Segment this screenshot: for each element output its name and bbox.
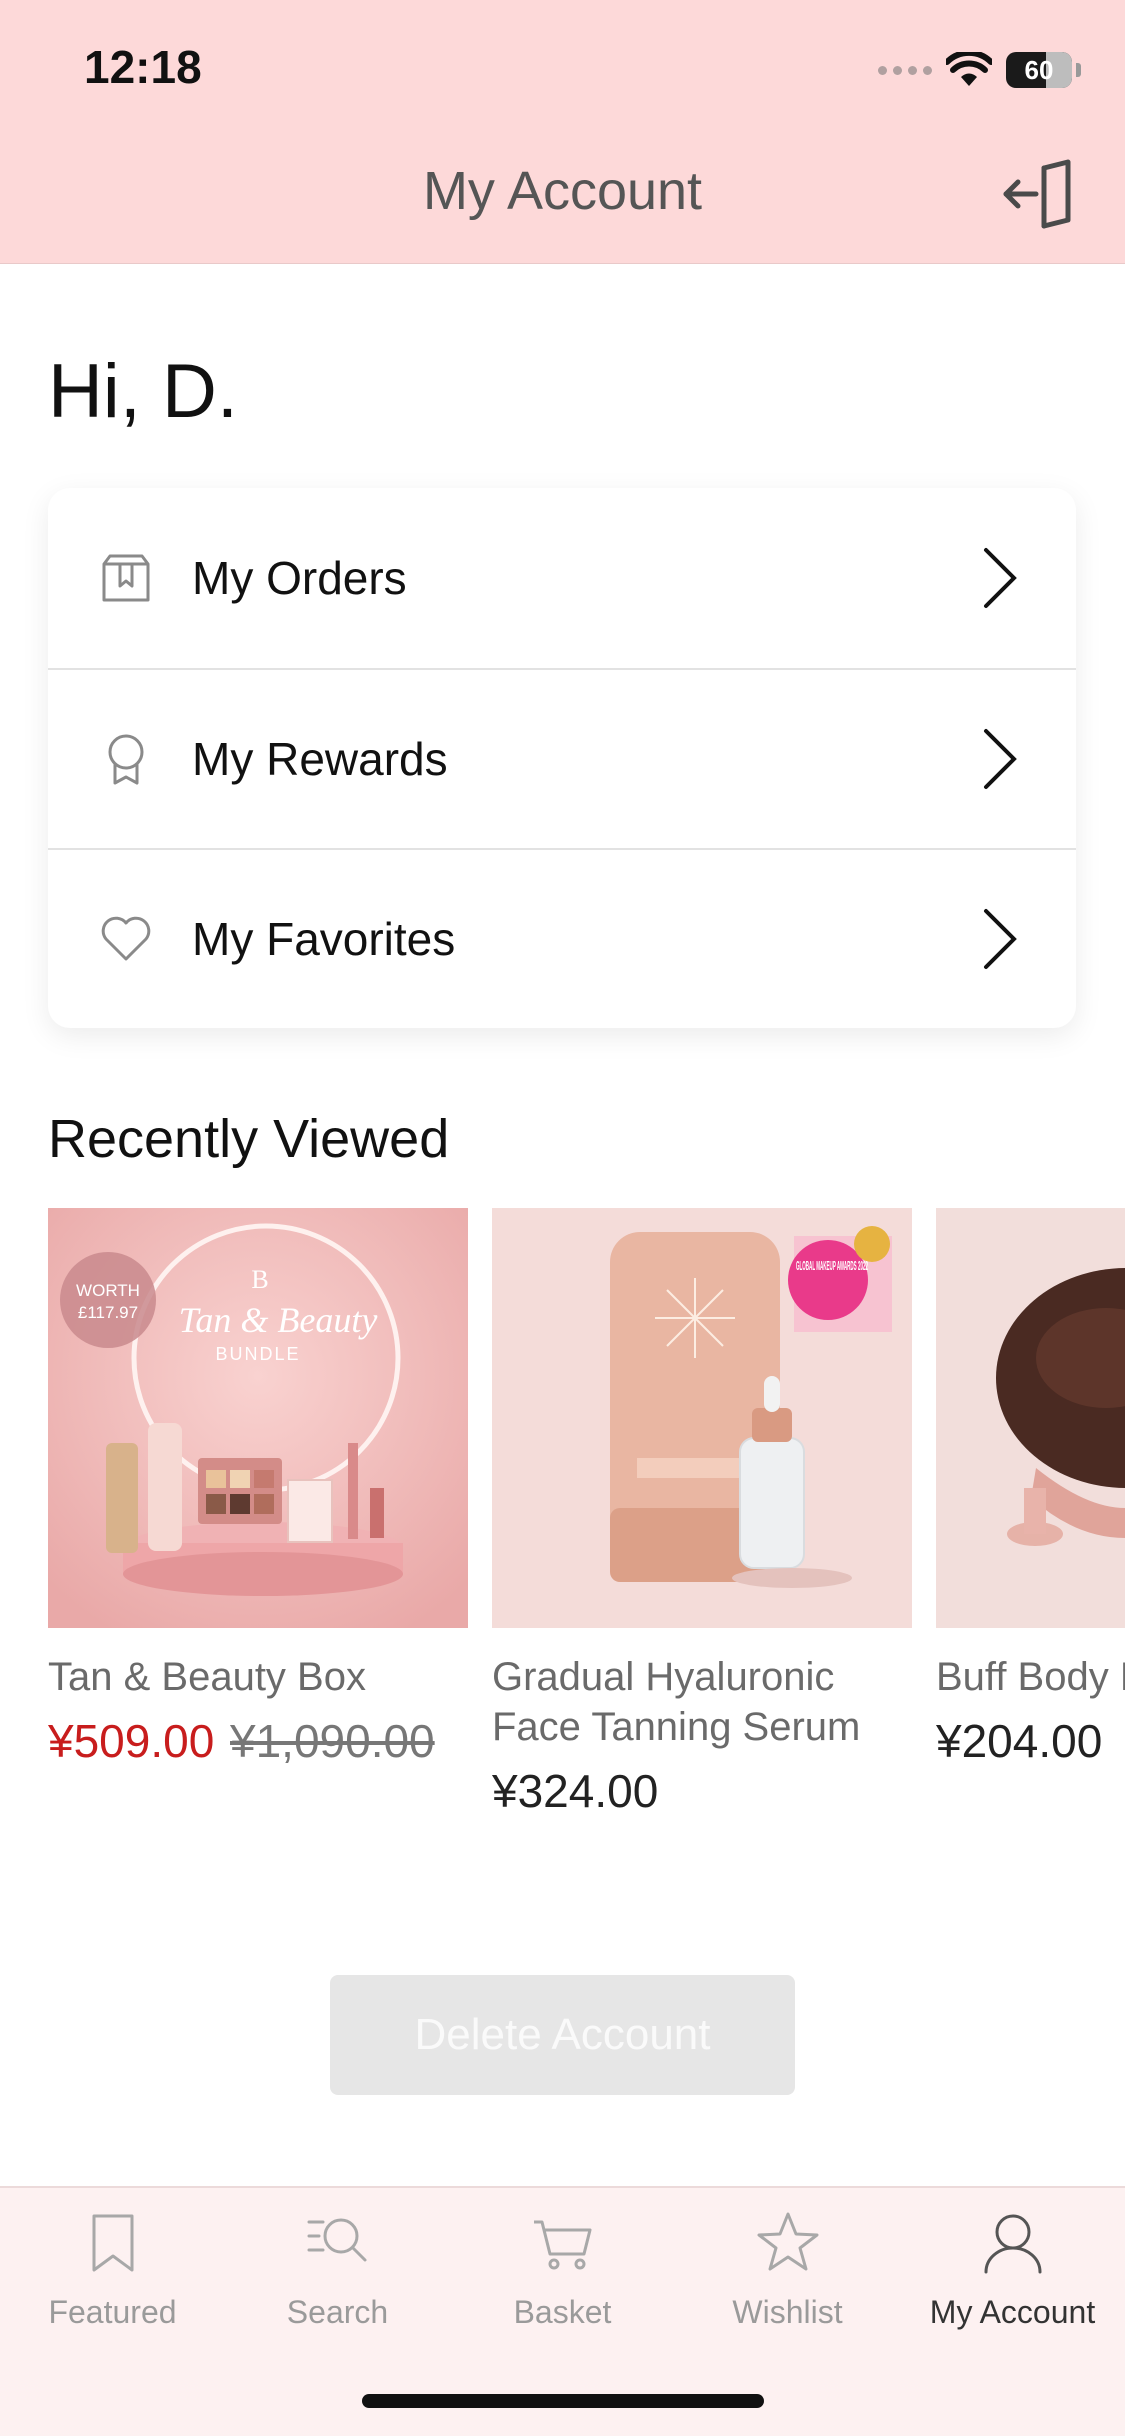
product-image-tanning-serum[interactable]: GLOBAL MAKEUP AWARDS 2022 bbox=[492, 1208, 912, 1628]
tab-label-featured: Featured bbox=[48, 2294, 177, 2330]
menu-item-favorites[interactable]: My Favorites bbox=[48, 848, 1076, 1028]
product-name-3[interactable]: Buff Body B bbox=[936, 1652, 1125, 1702]
cart-icon bbox=[533, 2220, 591, 2270]
menu-label-orders: My Orders bbox=[192, 552, 407, 604]
battery-level: 60 bbox=[1024, 54, 1054, 85]
product-image-buff-body-brush[interactable] bbox=[936, 1208, 1125, 1628]
image-logo: B bbox=[251, 1265, 268, 1294]
signal-icon bbox=[878, 65, 932, 75]
chevron-right-icon bbox=[984, 729, 1017, 789]
worth-badge-value: £117.97 bbox=[78, 1303, 138, 1322]
delete-account-button[interactable]: Delete Account bbox=[330, 1975, 795, 2095]
box-icon bbox=[102, 554, 150, 602]
original-price-1: ¥1,090.00 bbox=[230, 1715, 435, 1767]
app-header: 12:18 60 My Account bbox=[0, 0, 1125, 264]
home-indicator bbox=[362, 2394, 764, 2408]
wifi-icon bbox=[946, 52, 992, 86]
tab-basket[interactable]: Basket bbox=[450, 2208, 675, 2358]
recently-viewed-title: Recently Viewed bbox=[48, 1109, 450, 1169]
image-title: Tan & Beauty bbox=[179, 1300, 378, 1340]
tab-label-wishlist: Wishlist bbox=[732, 2294, 843, 2330]
page-title: My Account bbox=[422, 161, 703, 221]
bookmark-icon bbox=[92, 2214, 133, 2272]
battery-icon: 60 bbox=[1006, 52, 1072, 88]
logout-button[interactable] bbox=[1000, 158, 1080, 230]
logout-icon bbox=[1003, 159, 1071, 229]
menu-label-favorites: My Favorites bbox=[192, 913, 456, 965]
user-icon bbox=[984, 2214, 1041, 2274]
chevron-right-icon bbox=[984, 548, 1017, 608]
chevron-right-icon bbox=[984, 909, 1017, 969]
account-menu: My Orders My Rewards My Favorites bbox=[48, 488, 1076, 1028]
image-subtitle: BUNDLE bbox=[215, 1344, 300, 1364]
award-badge-text: GLOBAL MAKEUP AWARDS 2022 bbox=[796, 1258, 868, 1273]
menu-label-rewards: My Rewards bbox=[192, 733, 448, 785]
battery-cap bbox=[1076, 63, 1081, 77]
menu-item-rewards[interactable]: My Rewards bbox=[48, 668, 1076, 848]
tab-label-search: Search bbox=[286, 2294, 389, 2330]
status-indicators: 60 bbox=[878, 48, 1081, 92]
status-time: 12:18 bbox=[84, 41, 202, 93]
product-name-1[interactable]: Tan & Beauty Box bbox=[48, 1652, 468, 1702]
tab-wishlist[interactable]: Wishlist bbox=[675, 2208, 900, 2358]
tab-featured[interactable]: Featured bbox=[0, 2208, 225, 2358]
tab-label-basket: Basket bbox=[513, 2294, 612, 2330]
heart-icon bbox=[101, 916, 151, 961]
award-icon bbox=[108, 734, 144, 785]
worth-badge-text: WORTH bbox=[76, 1281, 140, 1300]
sale-price-1: ¥509.00 bbox=[48, 1715, 215, 1767]
menu-item-orders[interactable]: My Orders bbox=[48, 488, 1076, 668]
search-icon bbox=[307, 2218, 366, 2262]
product-image-tan-beauty-box[interactable]: WORTH £117.97 B Tan & Beauty BUNDLE bbox=[48, 1208, 468, 1628]
product-name-2[interactable]: Gradual Hyaluronic Face Tanning Serum bbox=[492, 1652, 912, 1752]
price-2: ¥324.00 bbox=[492, 1765, 659, 1817]
greeting: Hi, D. bbox=[48, 349, 238, 434]
tab-search[interactable]: Search bbox=[225, 2208, 450, 2358]
tab-my-account[interactable]: My Account bbox=[900, 2208, 1125, 2358]
star-icon bbox=[757, 2212, 818, 2271]
tab-label-my-account: My Account bbox=[929, 2294, 1096, 2330]
price-3: ¥204.00 bbox=[936, 1715, 1103, 1767]
